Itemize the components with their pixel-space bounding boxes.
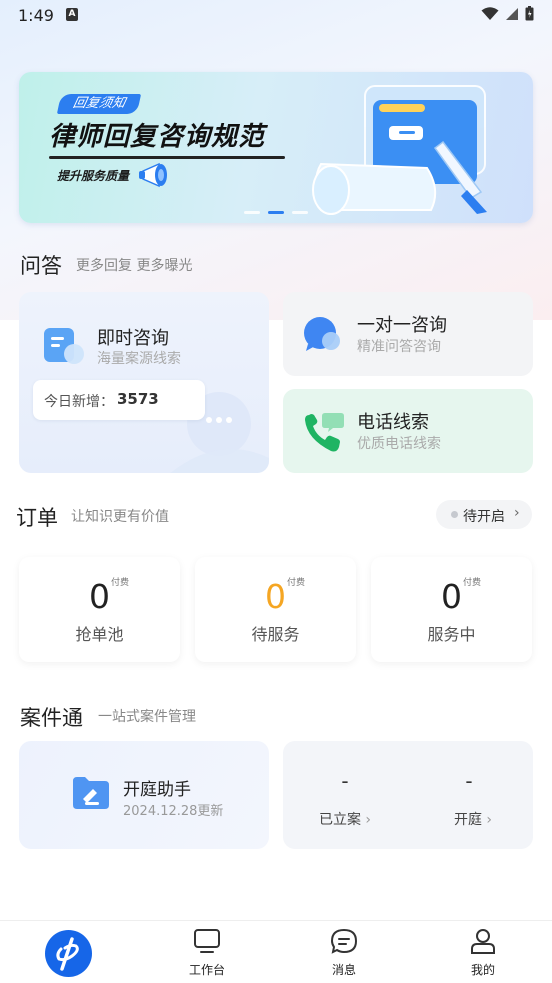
wifi-icon (481, 6, 499, 20)
pagination-dot[interactable] (244, 211, 260, 214)
order-count: 0 (265, 577, 286, 616)
one-on-one-subtitle: 精准问答咨询 (357, 339, 441, 355)
case-section-subtitle: 一站式案件管理 (98, 709, 196, 725)
case-stats-card: - 已立案 › - 开庭 › (283, 741, 533, 849)
banner-pagination (244, 211, 308, 214)
today-new-label: 今日新增： (44, 394, 114, 410)
chevron-right-icon: › (360, 812, 372, 828)
banner-title: 律师回复咨询规范 (49, 122, 266, 152)
folder-gavel-icon (73, 777, 109, 809)
order-status-label: 待开启 (463, 509, 505, 525)
hearings-value: - (465, 769, 473, 793)
promo-banner[interactable]: 回复须知 律师回复咨询规范 提升服务质量 (19, 72, 533, 223)
pagination-dot[interactable] (292, 211, 308, 214)
banner-subtitle: 提升服务质量 (57, 169, 130, 183)
order-count: 0 (89, 577, 110, 616)
notification-icon: A (66, 8, 78, 21)
status-time: 1:49 (18, 6, 54, 25)
order-card-in-service[interactable]: 0 付费 服务中 (371, 557, 532, 662)
phone-leads-subtitle: 优质电话线索 (357, 436, 441, 452)
order-card-pending[interactable]: 0 付费 待服务 (195, 557, 356, 662)
nav-home[interactable] (45, 930, 92, 977)
phone-leads-card[interactable]: 电话线索 优质电话线索 (283, 389, 533, 473)
instant-consult-subtitle: 海量案源线索 (97, 351, 181, 367)
bottom-nav: 工作台 消息 我的 (0, 920, 552, 983)
banner-underline (49, 156, 285, 159)
order-section-title: 订单 (16, 506, 58, 530)
chevron-right-icon: › (481, 812, 493, 828)
signal-icon (506, 7, 518, 20)
qa-section-subtitle: 更多回复 更多曝光 (76, 258, 193, 274)
filed-cases-value: - (341, 769, 349, 793)
hearings-link[interactable]: 开庭 › (433, 809, 513, 829)
phone-icon (305, 413, 344, 452)
chat-bubbles-icon (304, 317, 340, 351)
filed-cases-link[interactable]: 已立案 › (305, 809, 385, 829)
status-dot (451, 511, 458, 518)
paid-tag: 付费 (463, 578, 482, 588)
phone-leads-title: 电话线索 (357, 412, 429, 433)
instant-consult-title: 即时咨询 (97, 328, 169, 349)
message-icon (330, 928, 358, 954)
monitor-icon (194, 929, 220, 953)
hearings-label: 开庭 (453, 812, 482, 828)
status-indicators (481, 6, 534, 21)
order-card-label: 抢单池 (75, 625, 124, 644)
status-bar: 1:49 A (0, 0, 552, 32)
qa-section-title: 问答 (20, 254, 62, 278)
nav-messages-label: 消息 (331, 963, 356, 977)
pagination-dot-active[interactable] (268, 211, 284, 214)
order-card-grab-pool[interactable]: 0 付费 抢单池 (19, 557, 180, 662)
one-on-one-card[interactable]: 一对一咨询 精准问答咨询 (283, 292, 533, 376)
case-section-title: 案件通 (20, 706, 83, 730)
nav-profile[interactable]: 我的 (443, 927, 523, 978)
chat-document-icon (44, 328, 84, 364)
filed-cases-label: 已立案 (318, 812, 361, 828)
banner-tag: 回复须知 (56, 94, 142, 114)
instant-consult-card[interactable]: 即时咨询 海量案源线索 今日新增： 3573 (19, 292, 269, 473)
megaphone-icon (139, 162, 167, 188)
paid-tag: 付费 (287, 578, 306, 588)
court-assistant-title: 开庭助手 (123, 780, 191, 800)
order-count: 0 (441, 577, 462, 616)
court-assistant-card[interactable]: 开庭助手 2024.12.28更新 (19, 741, 269, 849)
chevron-right-icon: › (514, 505, 520, 521)
today-new-value: 3573 (117, 390, 159, 408)
court-assistant-date: 2024.12.28更新 (123, 804, 224, 819)
nav-workbench-label: 工作台 (188, 963, 225, 977)
order-section-subtitle: 让知识更有价值 (71, 509, 169, 525)
order-status-button[interactable]: 待开启 › (436, 500, 532, 529)
nav-workbench[interactable]: 工作台 (167, 927, 247, 978)
document-illustration (312, 85, 487, 215)
nav-profile-label: 我的 (470, 963, 495, 977)
battery-icon (525, 6, 534, 21)
home-logo-icon (56, 937, 79, 971)
paid-tag: 付费 (111, 578, 130, 588)
nav-messages[interactable]: 消息 (304, 927, 384, 978)
order-card-label: 待服务 (251, 625, 300, 644)
today-new-box: 今日新增： 3573 (33, 380, 205, 420)
user-icon (471, 929, 495, 954)
order-card-label: 服务中 (427, 625, 476, 644)
one-on-one-title: 一对一咨询 (357, 315, 447, 336)
